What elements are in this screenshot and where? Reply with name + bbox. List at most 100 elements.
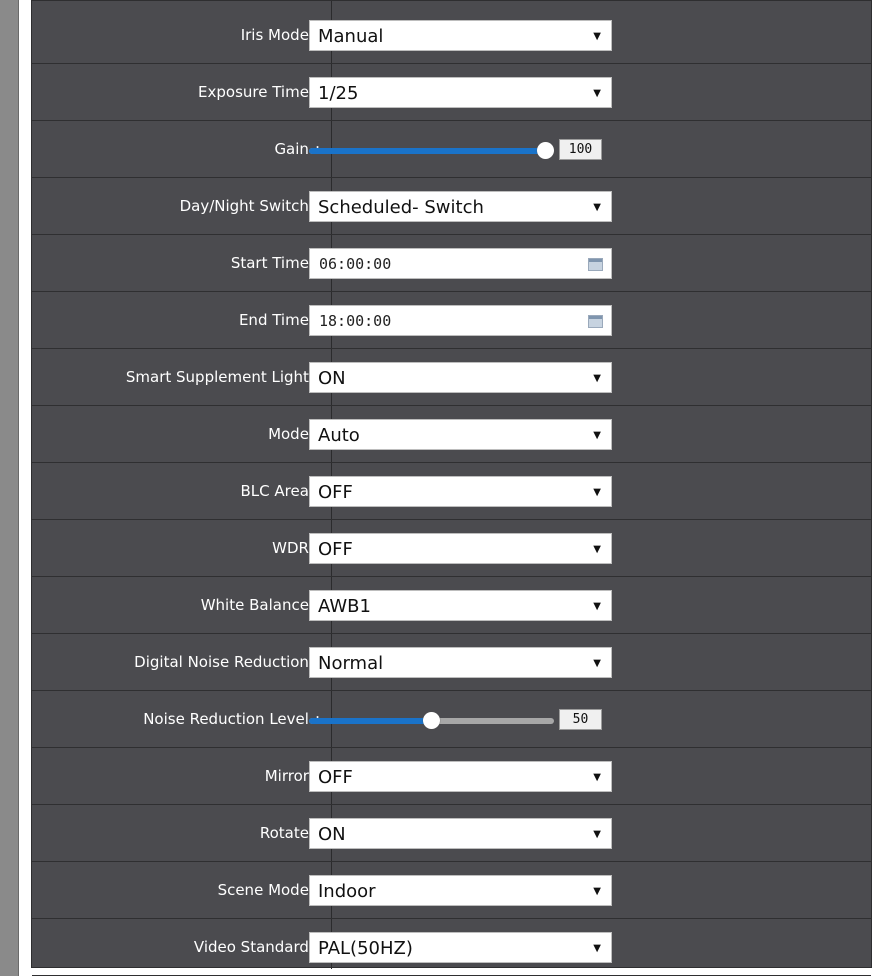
setting-row-rotate: Rotate:ON ▼ bbox=[32, 805, 871, 862]
left-sidebar-edge bbox=[0, 0, 19, 976]
setting-label-text: BLC Area bbox=[240, 482, 309, 500]
camera-settings-page: Iris Mode:Manual ▼ Exposure Time:1/25 ▼ Gain… bbox=[0, 0, 875, 976]
slider-fill bbox=[309, 148, 546, 154]
setting-row-mirror: Mirror:OFF ▼ bbox=[32, 748, 871, 805]
setting-label: Mode: bbox=[32, 406, 320, 462]
setting-label: BLC Area: bbox=[32, 463, 320, 519]
scene-mode-select[interactable]: Indoor ▼ bbox=[309, 875, 612, 906]
setting-row-iris-mode: Iris Mode:Manual ▼ bbox=[32, 7, 871, 64]
calendar-icon[interactable] bbox=[588, 258, 603, 271]
setting-label: WDR: bbox=[32, 520, 320, 576]
setting-label: Smart Supplement Light: bbox=[32, 349, 320, 405]
rotate-select[interactable]: ON ▼ bbox=[309, 818, 612, 849]
settings-panel: Iris Mode:Manual ▼ Exposure Time:1/25 ▼ Gain… bbox=[31, 0, 872, 976]
setting-label: Gain: bbox=[32, 121, 320, 177]
select-value: Indoor bbox=[318, 881, 376, 902]
setting-row-noise-reduction-level: Noise Reduction Level: 50 bbox=[32, 691, 871, 748]
setting-label: Video Standard: bbox=[32, 919, 320, 975]
dropdown-arrow-icon[interactable]: ▼ bbox=[593, 762, 601, 793]
slider-thumb[interactable] bbox=[537, 142, 554, 159]
gain-slider[interactable] bbox=[309, 140, 554, 160]
setting-row-smart-supplement-light: Smart Supplement Light:ON ▼ bbox=[32, 349, 871, 406]
setting-label: Rotate: bbox=[32, 805, 320, 861]
setting-label-text: Mirror bbox=[264, 767, 309, 785]
setting-row-blc-area: BLC Area:OFF ▼ bbox=[32, 463, 871, 520]
dropdown-arrow-icon[interactable]: ▼ bbox=[593, 648, 601, 679]
setting-label: Day/Night Switch: bbox=[32, 178, 320, 234]
setting-label: Digital Noise Reduction: bbox=[32, 634, 320, 690]
white-balance-select[interactable]: AWB1 ▼ bbox=[309, 590, 612, 621]
video-standard-select[interactable]: PAL(50HZ) ▼ bbox=[309, 932, 612, 963]
setting-row-end-time: End Time:18:00:00 bbox=[32, 292, 871, 349]
setting-label-text: Exposure Time bbox=[198, 83, 309, 101]
wdr-select[interactable]: OFF ▼ bbox=[309, 533, 612, 564]
dropdown-arrow-icon[interactable]: ▼ bbox=[593, 477, 601, 508]
setting-label-text: Smart Supplement Light bbox=[125, 368, 309, 386]
setting-label: White Balance: bbox=[32, 577, 320, 633]
select-value: AWB1 bbox=[318, 596, 371, 617]
setting-row-wdr: WDR:OFF ▼ bbox=[32, 520, 871, 577]
slider-thumb[interactable] bbox=[423, 712, 440, 729]
mirror-select[interactable]: OFF ▼ bbox=[309, 761, 612, 792]
setting-label-text: Start Time bbox=[230, 254, 309, 272]
select-value: 1/25 bbox=[318, 83, 359, 104]
gain-value-box[interactable]: 100 bbox=[559, 139, 602, 160]
slider-fill bbox=[309, 718, 432, 724]
select-value: ON bbox=[318, 824, 346, 845]
select-value: Scheduled- Switch bbox=[318, 197, 484, 218]
smart-supplement-light-select[interactable]: ON ▼ bbox=[309, 362, 612, 393]
setting-row-gain: Gain: 100 bbox=[32, 121, 871, 178]
exposure-time-select[interactable]: 1/25 ▼ bbox=[309, 77, 612, 108]
setting-label: Mirror: bbox=[32, 748, 320, 804]
setting-row-day-night-switch: Day/Night Switch:Scheduled- Switch ▼ bbox=[32, 178, 871, 235]
dropdown-arrow-icon[interactable]: ▼ bbox=[593, 192, 601, 223]
dropdown-arrow-icon[interactable]: ▼ bbox=[593, 21, 601, 52]
select-value: OFF bbox=[318, 539, 353, 560]
time-value: 18:00:00 bbox=[319, 312, 392, 330]
digital-noise-reduction-select[interactable]: Normal ▼ bbox=[309, 647, 612, 678]
iris-mode-select[interactable]: Manual ▼ bbox=[309, 20, 612, 51]
setting-label-text: WDR bbox=[272, 539, 309, 557]
setting-row-mode: Mode:Auto ▼ bbox=[32, 406, 871, 463]
select-value: OFF bbox=[318, 767, 353, 788]
noise-reduction-level-value-box[interactable]: 50 bbox=[559, 709, 602, 730]
setting-row-start-time: Start Time:06:00:00 bbox=[32, 235, 871, 292]
setting-label: Exposure Time: bbox=[32, 64, 320, 120]
setting-row-exposure-time: Exposure Time:1/25 ▼ bbox=[32, 64, 871, 121]
dropdown-arrow-icon[interactable]: ▼ bbox=[593, 933, 601, 964]
start-time-input[interactable]: 06:00:00 bbox=[309, 248, 612, 279]
setting-label-text: Video Standard bbox=[193, 938, 309, 956]
setting-label: Noise Reduction Level: bbox=[32, 691, 320, 747]
dropdown-arrow-icon[interactable]: ▼ bbox=[593, 534, 601, 565]
dropdown-arrow-icon[interactable]: ▼ bbox=[593, 876, 601, 907]
setting-row-digital-noise-reduction: Digital Noise Reduction:Normal ▼ bbox=[32, 634, 871, 691]
setting-row-white-balance: White Balance:AWB1 ▼ bbox=[32, 577, 871, 634]
setting-label: End Time: bbox=[32, 292, 320, 348]
mode-select[interactable]: Auto ▼ bbox=[309, 419, 612, 450]
setting-label: Scene Mode: bbox=[32, 862, 320, 918]
setting-row-video-standard: Video Standard:PAL(50HZ) ▼ bbox=[32, 919, 871, 976]
dropdown-arrow-icon[interactable]: ▼ bbox=[593, 363, 601, 394]
setting-label-text: White Balance bbox=[200, 596, 309, 614]
setting-label-text: End Time bbox=[238, 311, 309, 329]
select-value: Normal bbox=[318, 653, 384, 674]
blc-area-select[interactable]: OFF ▼ bbox=[309, 476, 612, 507]
setting-label-text: Digital Noise Reduction bbox=[134, 653, 309, 671]
setting-label-text: Day/Night Switch bbox=[179, 197, 309, 215]
calendar-icon[interactable] bbox=[588, 315, 603, 328]
noise-reduction-level-slider[interactable] bbox=[309, 710, 554, 730]
dropdown-arrow-icon[interactable]: ▼ bbox=[593, 819, 601, 850]
select-value: OFF bbox=[318, 482, 353, 503]
end-time-input[interactable]: 18:00:00 bbox=[309, 305, 612, 336]
dropdown-arrow-icon[interactable]: ▼ bbox=[593, 78, 601, 109]
setting-label-text: Gain bbox=[274, 140, 309, 158]
setting-label: Iris Mode: bbox=[32, 7, 320, 63]
select-value: PAL(50HZ) bbox=[318, 938, 413, 959]
day-night-switch-select[interactable]: Scheduled- Switch ▼ bbox=[309, 191, 612, 222]
time-value: 06:00:00 bbox=[319, 255, 392, 273]
dropdown-arrow-icon[interactable]: ▼ bbox=[593, 591, 601, 622]
setting-label-text: Iris Mode bbox=[240, 26, 309, 44]
setting-label: Start Time: bbox=[32, 235, 320, 291]
setting-label-text: Mode bbox=[268, 425, 309, 443]
dropdown-arrow-icon[interactable]: ▼ bbox=[593, 420, 601, 451]
